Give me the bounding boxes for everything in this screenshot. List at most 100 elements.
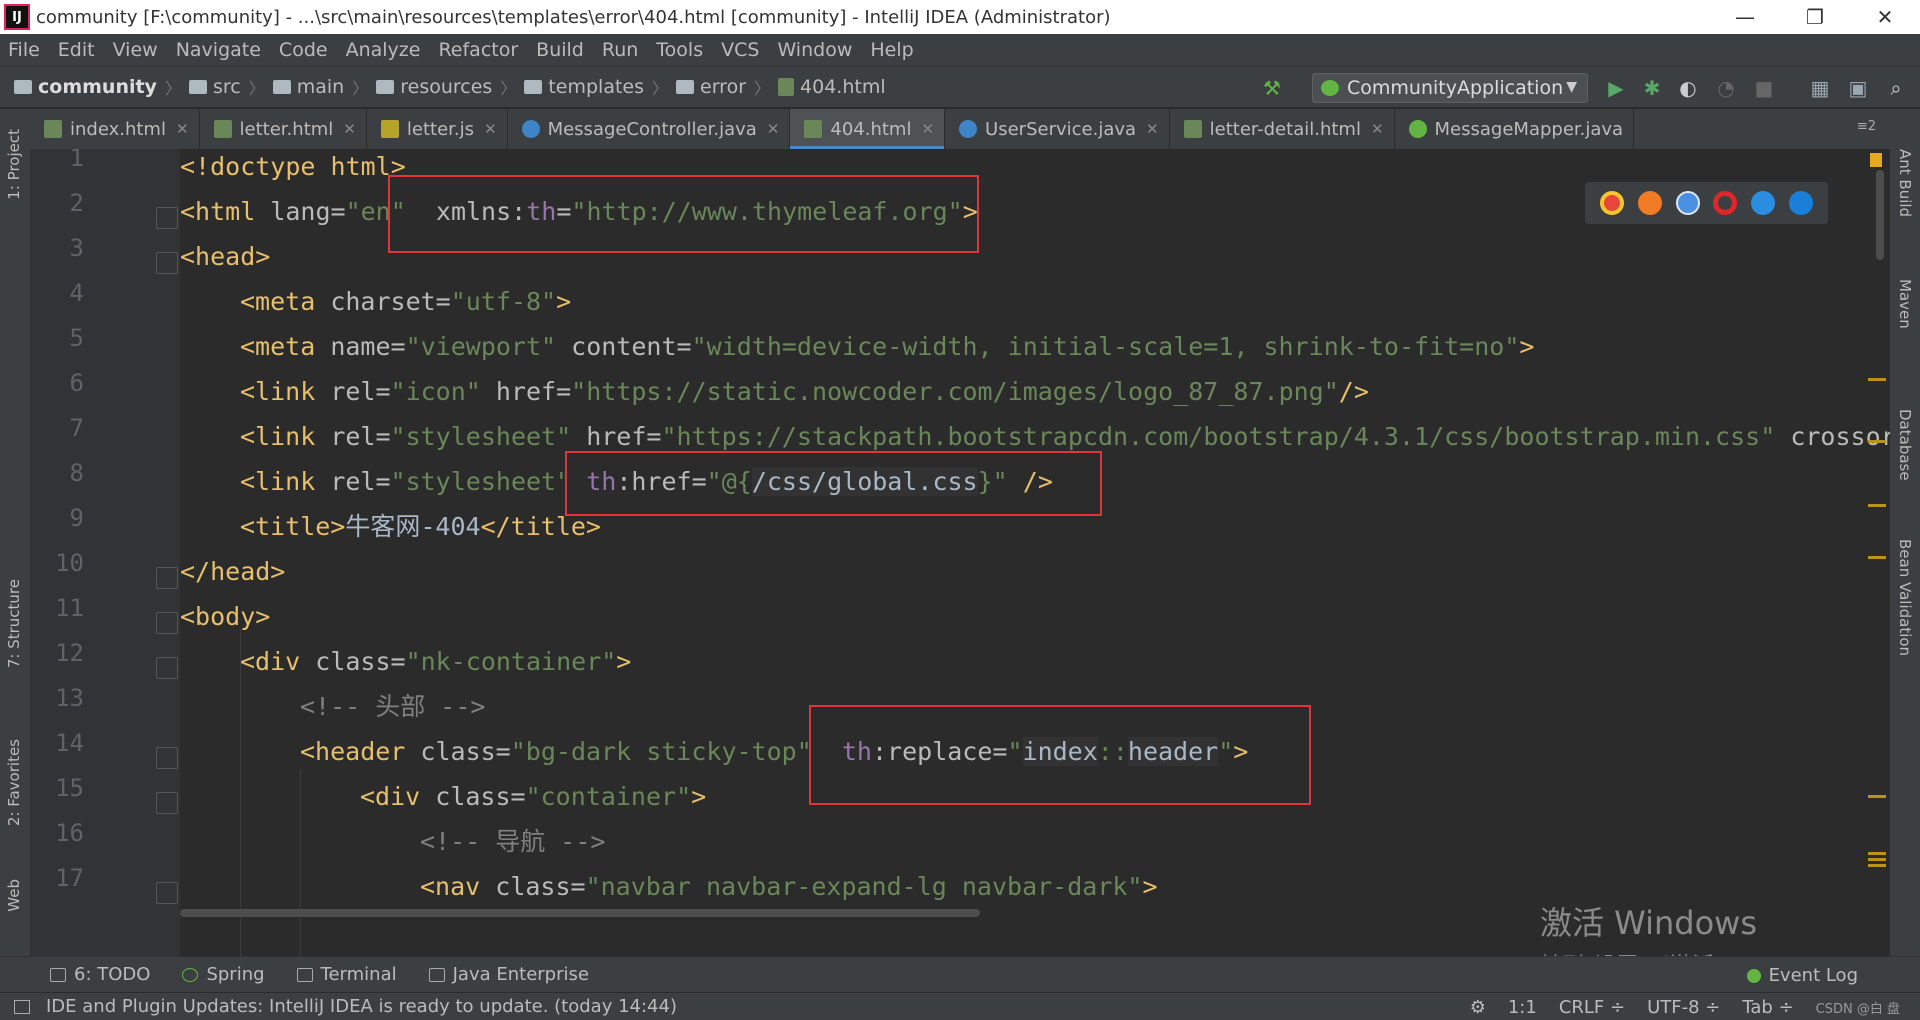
- profile-icon[interactable]: ◔: [1714, 76, 1738, 100]
- warning-marker[interactable]: [1868, 858, 1886, 861]
- tool-project[interactable]: 1: Project: [5, 129, 23, 200]
- menu-build[interactable]: Build: [536, 39, 584, 61]
- warning-marker[interactable]: [1868, 556, 1886, 559]
- vertical-scrollbar[interactable]: [1876, 170, 1884, 260]
- close-icon[interactable]: ✕: [1371, 120, 1384, 138]
- breadcrumb-src[interactable]: src: [213, 76, 241, 98]
- tool-bean-validation[interactable]: Bean Validation: [1896, 539, 1914, 656]
- close-icon[interactable]: ✕: [1146, 120, 1159, 138]
- caret-position[interactable]: 1:1: [1508, 997, 1537, 1018]
- safari-icon[interactable]: [1675, 191, 1700, 215]
- stop-icon[interactable]: ■: [1752, 76, 1776, 100]
- breadcrumb-resources[interactable]: resources: [400, 76, 492, 98]
- code-editor[interactable]: 1 2 3 4 5 6 7 8 9 10 11 12 13 14 15 16 1…: [30, 149, 1890, 956]
- tool-spring[interactable]: Spring: [182, 964, 265, 985]
- tab-letter-detail-html[interactable]: letter-detail.html ✕: [1170, 109, 1395, 149]
- opera-icon[interactable]: [1713, 191, 1738, 215]
- tool-terminal[interactable]: Terminal: [296, 964, 397, 985]
- project-structure-icon[interactable]: ▦: [1808, 76, 1832, 100]
- warning-marker[interactable]: [1868, 440, 1886, 443]
- warning-marker[interactable]: [1868, 504, 1886, 507]
- line-separator[interactable]: CRLF ÷: [1559, 997, 1625, 1018]
- edge-icon[interactable]: [1789, 191, 1814, 215]
- fold-marker[interactable]: [156, 882, 178, 904]
- restore-button[interactable]: ❐: [1780, 0, 1850, 34]
- fold-marker[interactable]: [156, 567, 178, 589]
- menu-navigate[interactable]: Navigate: [176, 39, 261, 61]
- fold-marker[interactable]: [156, 792, 178, 814]
- toggle-tool-windows-icon[interactable]: [14, 999, 30, 1014]
- menu-help[interactable]: Help: [870, 39, 913, 61]
- tab-letter-html[interactable]: letter.html ✕: [200, 109, 367, 149]
- tab-list-menu[interactable]: ≡2: [1857, 119, 1876, 134]
- tool-database[interactable]: Database: [1896, 409, 1914, 481]
- build-hammer-icon[interactable]: ⚒: [1260, 76, 1284, 100]
- fold-marker[interactable]: [156, 207, 178, 229]
- line-number: 15: [55, 774, 84, 802]
- menu-edit[interactable]: Edit: [58, 39, 95, 61]
- menu-run[interactable]: Run: [602, 39, 638, 61]
- chrome-icon[interactable]: [1599, 191, 1624, 215]
- coverage-icon[interactable]: ◐: [1676, 76, 1700, 100]
- firefox-icon[interactable]: [1637, 191, 1662, 215]
- close-icon[interactable]: ✕: [921, 120, 934, 138]
- fold-marker[interactable]: [156, 252, 178, 274]
- tool-structure[interactable]: 7: Structure: [5, 579, 23, 668]
- minimize-button[interactable]: —: [1710, 0, 1780, 34]
- code-line-3: <head>: [180, 242, 271, 271]
- breadcrumb-templates[interactable]: templates: [548, 76, 644, 98]
- menu-window[interactable]: Window: [777, 39, 852, 61]
- menu-tools[interactable]: Tools: [656, 39, 703, 61]
- close-icon[interactable]: ✕: [484, 120, 497, 138]
- close-icon[interactable]: ✕: [767, 120, 780, 138]
- indent-setting[interactable]: Tab ÷: [1742, 997, 1793, 1018]
- warning-marker[interactable]: [1868, 378, 1886, 381]
- menu-file[interactable]: File: [8, 39, 40, 61]
- tool-maven[interactable]: Maven: [1896, 279, 1914, 329]
- tool-ant-build[interactable]: Ant Build: [1896, 149, 1914, 217]
- breadcrumb-main[interactable]: main: [297, 76, 344, 98]
- warning-marker[interactable]: [1868, 795, 1886, 798]
- tab-message-mapper[interactable]: MessageMapper.java: [1395, 109, 1635, 149]
- breadcrumb-error[interactable]: error: [700, 76, 746, 98]
- close-icon[interactable]: ✕: [343, 120, 356, 138]
- status-message[interactable]: IDE and Plugin Updates: IntelliJ IDEA is…: [46, 996, 677, 1017]
- presentation-icon[interactable]: ▣: [1846, 76, 1870, 100]
- search-icon[interactable]: ⌕: [1884, 76, 1908, 100]
- tool-web[interactable]: Web: [5, 879, 23, 912]
- tab-user-service[interactable]: UserService.java ✕: [945, 109, 1170, 149]
- menu-analyze[interactable]: Analyze: [346, 39, 421, 61]
- inspection-status-icon[interactable]: [1870, 153, 1882, 167]
- run-icon[interactable]: ▶: [1604, 76, 1628, 100]
- code-line-11: <body>: [180, 602, 271, 631]
- run-config-selector[interactable]: CommunityApplication ▼: [1312, 73, 1588, 103]
- tool-favorites[interactable]: 2: Favorites: [5, 739, 23, 826]
- line-number: 12: [55, 639, 84, 667]
- tool-java-enterprise[interactable]: Java Enterprise: [428, 964, 589, 985]
- ie-icon[interactable]: [1751, 191, 1776, 215]
- menu-view[interactable]: View: [113, 39, 158, 61]
- menu-vcs[interactable]: VCS: [721, 39, 759, 61]
- fold-marker[interactable]: [156, 747, 178, 769]
- warning-marker[interactable]: [1868, 864, 1886, 867]
- tab-message-controller[interactable]: MessageController.java ✕: [508, 109, 791, 149]
- event-log-button[interactable]: Event Log: [1746, 965, 1858, 986]
- code-area[interactable]: <!doctype html> <html lang="en" xmlns:th…: [180, 149, 1890, 956]
- file-encoding[interactable]: UTF-8 ÷: [1647, 997, 1720, 1018]
- menu-refactor[interactable]: Refactor: [438, 39, 518, 61]
- breadcrumb-community[interactable]: community: [38, 76, 157, 98]
- close-icon[interactable]: ✕: [176, 120, 189, 138]
- tab-letter-js[interactable]: letter.js ✕: [367, 109, 508, 149]
- close-button[interactable]: ✕: [1850, 0, 1920, 34]
- tab-404-html[interactable]: 404.html ✕: [790, 109, 946, 149]
- debug-icon[interactable]: ✱: [1640, 76, 1664, 100]
- menu-code[interactable]: Code: [279, 39, 328, 61]
- breadcrumb-file[interactable]: 404.html: [800, 76, 886, 98]
- tool-todo[interactable]: 6: TODO: [50, 964, 150, 985]
- scroll-thumb[interactable]: [180, 909, 980, 917]
- settings-icon[interactable]: ⚙: [1470, 997, 1486, 1018]
- tab-index-html[interactable]: index.html ✕: [30, 109, 200, 149]
- fold-marker[interactable]: [156, 657, 178, 679]
- fold-marker[interactable]: [156, 612, 178, 634]
- warning-marker[interactable]: [1868, 852, 1886, 855]
